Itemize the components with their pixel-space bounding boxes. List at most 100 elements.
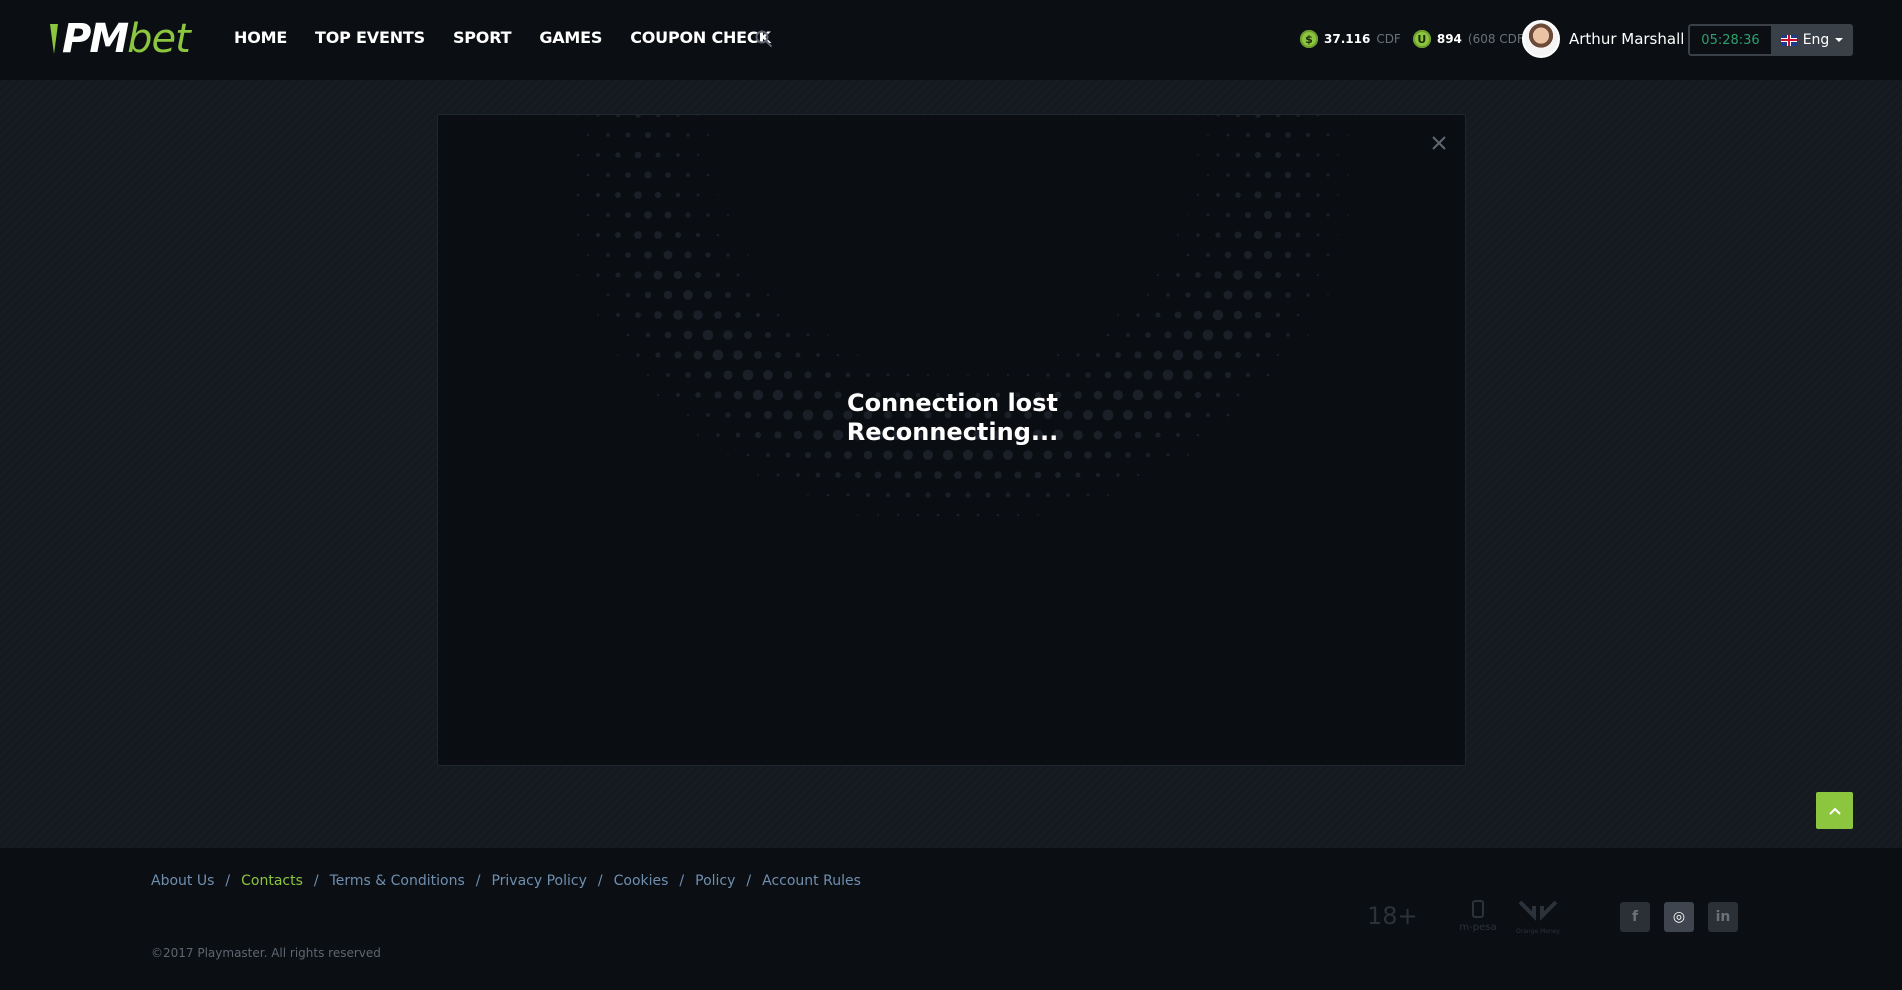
search-icon[interactable] (754, 29, 774, 49)
pattern-dot (1097, 514, 1099, 516)
pattern-dot (763, 370, 773, 380)
pattern-dot (1245, 132, 1251, 138)
footer-link-privacy[interactable]: Privacy Policy (491, 873, 586, 889)
footer-link-cookies[interactable]: Cookies (614, 873, 669, 889)
footer: About Us / Contacts / Terms & Conditions… (0, 848, 1902, 990)
linkedin-icon[interactable]: in (1708, 902, 1738, 932)
pattern-dot (1306, 293, 1310, 297)
pattern-dot (547, 174, 549, 176)
pattern-dot (696, 153, 700, 157)
pattern-dot (836, 353, 840, 357)
nav-games[interactable]: GAMES (539, 28, 602, 47)
pmbet-logo[interactable]: PM bet (48, 16, 191, 62)
pattern-dot (606, 133, 610, 137)
pattern-dot (596, 273, 600, 277)
scroll-to-top-button[interactable] (1816, 792, 1853, 829)
footer-link-account-rules[interactable]: Account Rules (762, 873, 861, 889)
balances: $ 37.116 CDF U 894 (608 CDF) (1300, 30, 1529, 48)
pattern-dot (636, 353, 640, 357)
pattern-dot (1106, 333, 1110, 337)
pattern-dot (1176, 273, 1180, 277)
pattern-dot (1317, 314, 1319, 316)
pattern-dot (1115, 352, 1121, 358)
pattern-dot (625, 252, 631, 258)
pattern-dot (727, 134, 729, 136)
pattern-dot (1026, 373, 1030, 377)
pattern-dot (817, 514, 819, 516)
pattern-dot (1153, 350, 1163, 360)
pattern-dot (947, 534, 949, 536)
nav-home[interactable]: HOME (234, 28, 287, 47)
footer-links: About Us / Contacts / Terms & Conditions… (151, 873, 861, 889)
pattern-dot (894, 471, 902, 479)
instagram-icon[interactable]: ◎ (1664, 902, 1694, 932)
pattern-dot (1264, 171, 1272, 179)
age-restriction-badge: 18+ (1367, 902, 1418, 930)
pattern-dot (804, 451, 812, 459)
pattern-dot (576, 233, 580, 237)
pattern-dot (1186, 253, 1190, 257)
pattern-dot (666, 373, 670, 377)
pattern-dot (1244, 211, 1252, 219)
pattern-dot (746, 453, 750, 457)
pattern-dot (1326, 173, 1330, 177)
pattern-dot (606, 293, 610, 297)
footer-link-policy[interactable]: Policy (695, 873, 735, 889)
pattern-dot (1214, 351, 1222, 359)
pattern-dot (1095, 352, 1101, 358)
pattern-dot (1037, 354, 1039, 356)
balance-bonus[interactable]: U 894 (608 CDF) (1412, 30, 1529, 48)
pattern-dot (1347, 134, 1349, 136)
pattern-dot (1285, 292, 1291, 298)
footer-link-terms[interactable]: Terms & Conditions (330, 873, 465, 889)
footer-link-contacts[interactable]: Contacts (241, 873, 303, 889)
user-menu[interactable]: Arthur Marshall (1522, 20, 1684, 58)
pattern-dot (1286, 333, 1290, 337)
pattern-dot (1316, 115, 1320, 117)
pattern-dot (1066, 493, 1070, 497)
pattern-dot (646, 373, 650, 377)
pattern-dot (1197, 115, 1199, 116)
pattern-dot (1177, 234, 1179, 236)
pattern-dot (645, 332, 651, 338)
pattern-dot (1316, 193, 1320, 197)
pattern-dot (615, 115, 621, 118)
pattern-dot (1145, 452, 1151, 458)
pattern-dot (846, 493, 850, 497)
pattern-dot (1104, 371, 1112, 379)
pattern-dot (1266, 373, 1270, 377)
balance-main[interactable]: $ 37.116 CDF (1300, 30, 1401, 48)
pattern-dot (1174, 311, 1182, 319)
facebook-icon[interactable]: f (1620, 902, 1650, 932)
close-icon[interactable] (1429, 133, 1449, 153)
nav-sport[interactable]: SPORT (453, 28, 512, 47)
pattern-dot (625, 172, 631, 178)
pattern-dot (1295, 272, 1301, 278)
pattern-dot (1295, 152, 1301, 158)
pattern-dot (843, 450, 853, 460)
pattern-dot (1297, 354, 1299, 356)
pattern-dot (1276, 353, 1280, 357)
pattern-dot (1357, 194, 1359, 196)
pattern-dot (754, 351, 762, 359)
nav-top-events[interactable]: TOP EVENTS (315, 28, 425, 47)
pattern-dot (1177, 194, 1179, 196)
pattern-dot (1007, 534, 1009, 536)
language-selector[interactable]: Eng (1771, 24, 1853, 56)
pattern-dot (655, 115, 661, 118)
pattern-dot (1235, 152, 1241, 158)
bonus-coin-icon: U (1412, 30, 1431, 48)
pattern-dot (557, 154, 559, 156)
pattern-dot (857, 514, 859, 516)
top-header: PM bet HOME TOP EVENTS SPORT GAMES COUPO… (0, 0, 1902, 80)
pattern-dot (1166, 293, 1170, 297)
pattern-dot (796, 473, 800, 477)
pattern-dot (1305, 172, 1311, 178)
pattern-dot (755, 312, 761, 318)
nav-coupon-check[interactable]: COUPON CHECK (630, 28, 771, 47)
pattern-dot (1284, 251, 1292, 259)
footer-link-about-us[interactable]: About Us (151, 873, 214, 889)
pattern-dot (874, 471, 882, 479)
pattern-dot (717, 154, 719, 156)
pattern-dot (934, 471, 942, 479)
